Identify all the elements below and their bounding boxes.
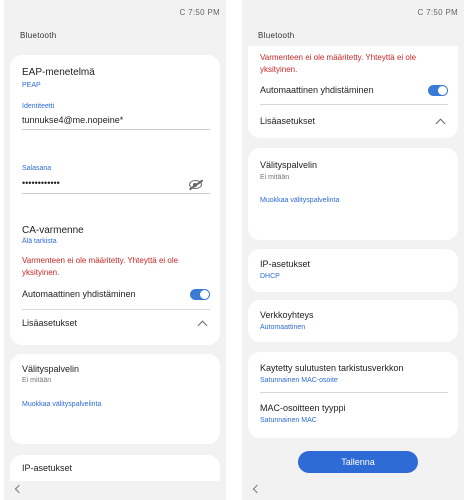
proxy-card: Välityspalvelin Ei mitään Muokkaa välity…	[10, 354, 220, 444]
nav-back-icon[interactable]	[14, 484, 24, 494]
privacy-card: Kaytetty sulutusten tarkistusverkkon Sat…	[248, 352, 458, 438]
proxy-edit-link[interactable]: Muokkaa välityspalvelinta	[22, 401, 101, 408]
certificate-warning: Varmenteen ei ole määritetty. Yhteyttä e…	[22, 256, 179, 277]
chevron-up-icon[interactable]	[197, 320, 208, 331]
proxy-edit-link[interactable]: Muokkaa välityspalvelinta	[260, 197, 339, 204]
proxy-title[interactable]: Välityspalvelin	[260, 160, 317, 170]
identity-label: Identiteetti	[22, 103, 55, 110]
eap-method-title[interactable]: EAP-menetelmä	[22, 67, 95, 78]
mac-setting-title[interactable]: Kaytetty sulutusten tarkistusverkkon	[260, 363, 404, 373]
ip-settings-title[interactable]: IP-asetukset	[22, 463, 72, 473]
nav-back-icon[interactable]	[252, 484, 262, 494]
auto-reconnect-label: Automaattinen yhdistäminen	[22, 289, 136, 299]
ip-settings-card: IP-asetukset DHCP	[248, 249, 458, 292]
ca-certificate-value: Älä tarkista	[22, 238, 57, 245]
left-screen: C 7:50 PM Bluetooth EAP-menetelmä PEAP I…	[4, 0, 226, 500]
proxy-title[interactable]: Välityspalvelin	[22, 364, 79, 374]
proxy-card: Välityspalvelin Ei mitään Muokkaa välity…	[248, 148, 458, 240]
advanced-header[interactable]: Lisäasetukset	[260, 116, 315, 126]
save-button[interactable]: Tallenna	[298, 451, 418, 473]
back-title[interactable]: Bluetooth	[258, 31, 295, 40]
auto-reconnect-label: Automaattinen yhdistäminen	[260, 85, 374, 95]
identity-underline	[22, 129, 210, 130]
divider	[260, 392, 448, 393]
password-input[interactable]: ••••••••••••	[22, 178, 60, 188]
advanced-header[interactable]: Lisäasetukset	[22, 318, 77, 328]
chevron-up-icon[interactable]	[435, 118, 446, 129]
mac-type-title[interactable]: MAC-osoitteen tyyppi	[260, 403, 346, 413]
back-title[interactable]: Bluetooth	[20, 31, 57, 40]
ca-certificate-title[interactable]: CA-varmenne	[22, 225, 84, 236]
mac-type-value: Satunnainen MAC	[260, 417, 317, 424]
divider	[260, 104, 448, 105]
divider	[22, 309, 210, 310]
status-time: C 7:50 PM	[179, 8, 220, 17]
proxy-value: Ei mitään	[260, 174, 290, 181]
metered-title[interactable]: Verkkoyhteys	[260, 310, 314, 320]
eap-method-value: PEAP	[22, 82, 41, 89]
ip-settings-title[interactable]: IP-asetukset	[260, 259, 310, 269]
right-screen: C 7:50 PM Bluetooth Varmenteen ei ole mä…	[242, 0, 464, 500]
metered-value: Automaattinen	[260, 324, 306, 331]
certificate-warning: Varmenteen ei ole määritetty. Yhteyttä e…	[260, 53, 417, 74]
auto-reconnect-toggle[interactable]	[428, 85, 448, 96]
identity-input[interactable]: tunnukse4@me.nopeine*	[22, 115, 123, 125]
password-underline	[22, 193, 210, 194]
metered-card: Verkkoyhteys Automaattinen	[248, 300, 458, 342]
password-label: Salasana	[22, 165, 52, 172]
mac-setting-value: Satunnainen MAC-osoite	[260, 377, 338, 384]
visibility-off-icon[interactable]	[189, 180, 202, 189]
eap-settings-card: EAP-menetelmä PEAP Identiteetti tunnukse…	[10, 55, 220, 345]
status-time: C 7:50 PM	[417, 8, 458, 17]
ip-settings-value: DHCP	[260, 273, 280, 280]
eap-settings-card-tail: Varmenteen ei ole määritetty. Yhteyttä e…	[248, 46, 458, 138]
ip-settings-card: IP-asetukset	[10, 455, 220, 481]
proxy-value: Ei mitään	[22, 377, 52, 384]
auto-reconnect-toggle[interactable]	[190, 289, 210, 300]
